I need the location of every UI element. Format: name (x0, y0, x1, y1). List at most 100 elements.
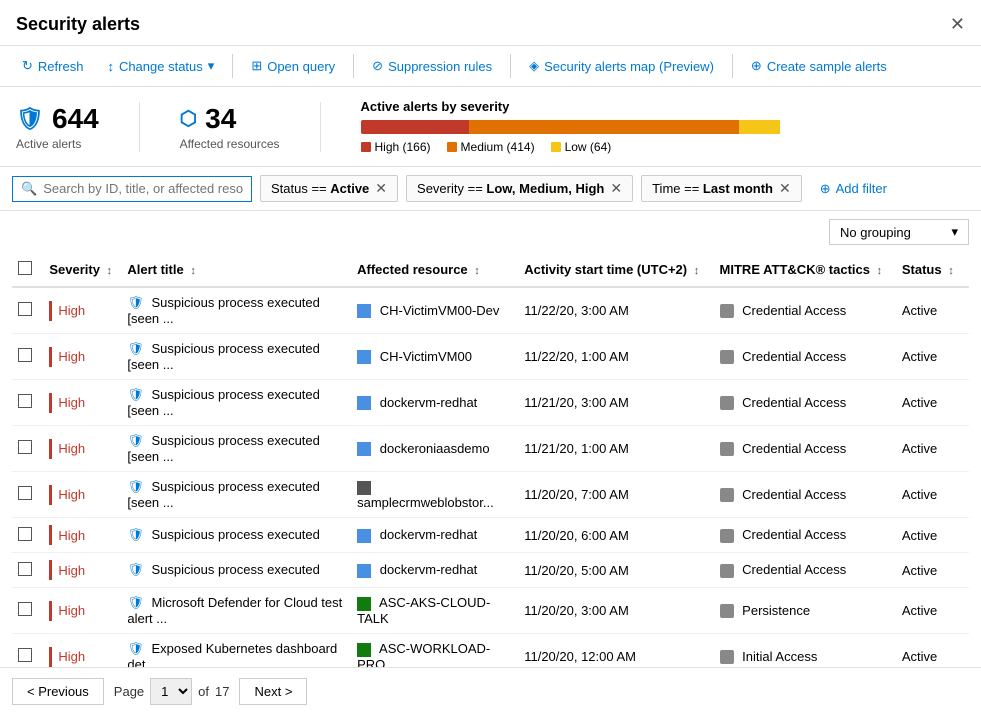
header-alert-title[interactable]: Alert title ↕ (121, 253, 351, 287)
resource-name: CH-VictimVM00 (380, 349, 472, 364)
severity-filter-remove[interactable]: ✕ (610, 180, 622, 197)
row-time: 11/20/20, 6:00 AM (518, 518, 713, 553)
close-button[interactable]: ✕ (950, 14, 965, 35)
tactic-icon (720, 604, 734, 618)
tactic-icon (720, 350, 734, 364)
row-resource: dockervm-redhat (351, 553, 518, 588)
row-checkbox[interactable] (12, 287, 43, 334)
alert-title-text: Suspicious process executed (152, 527, 320, 542)
time-filter-chip[interactable]: Time == Last month ✕ (641, 175, 802, 202)
resource-sort-icon[interactable]: ↕ (474, 265, 480, 277)
status-filter-label: Status == Active (271, 181, 369, 196)
grouping-chevron-icon: ▾ (951, 224, 958, 240)
alert-icon: 🛡 (127, 433, 144, 448)
tactics-sort-icon[interactable]: ↕ (877, 265, 883, 277)
row-checkbox[interactable] (12, 553, 43, 588)
header-affected-resource[interactable]: Affected resource ↕ (351, 253, 518, 287)
row-title[interactable]: 🛡 Suspicious process executed [seen ... (121, 426, 351, 472)
row-title[interactable]: 🛡 Suspicious process executed [seen ... (121, 334, 351, 380)
table-row[interactable]: High 🛡 Suspicious process executed [seen… (12, 426, 969, 472)
open-query-button[interactable]: ⊞ Open query (241, 52, 345, 80)
row-severity: High (43, 380, 121, 426)
status-filter-remove[interactable]: ✕ (375, 180, 387, 197)
row-checkbox[interactable] (12, 334, 43, 380)
resource-name: dockervm-redhat (380, 562, 478, 577)
resource-name: dockervm-redhat (380, 395, 478, 410)
row-tactic: Persistence (714, 588, 896, 634)
page-select[interactable]: 1 2 3 (150, 678, 192, 705)
title-bar: Security alerts ✕ (0, 0, 981, 46)
search-box[interactable]: 🔍 (12, 176, 252, 202)
header-activity-time[interactable]: Activity start time (UTC+2) ↕ (518, 253, 713, 287)
row-time: 11/20/20, 5:00 AM (518, 553, 713, 588)
row-title[interactable]: 🛡 Suspicious process executed [seen ... (121, 380, 351, 426)
row-title[interactable]: 🛡 Microsoft Defender for Cloud test aler… (121, 588, 351, 634)
change-status-icon: ↕ (107, 59, 114, 74)
create-sample-icon: ⊕ (751, 58, 762, 74)
row-checkbox[interactable] (12, 588, 43, 634)
activity-time-value: 11/20/20, 6:00 AM (524, 528, 629, 543)
table-row[interactable]: High 🛡 Suspicious process executed [seen… (12, 380, 969, 426)
time-filter-remove[interactable]: ✕ (779, 180, 791, 197)
table-row[interactable]: High 🛡 Microsoft Defender for Cloud test… (12, 588, 969, 634)
table-row[interactable]: High 🛡 Exposed Kubernetes dashboard det.… (12, 634, 969, 668)
row-status: Active (896, 588, 969, 634)
time-sort-icon[interactable]: ↕ (694, 265, 700, 277)
severity-sort-icon[interactable]: ↕ (107, 265, 113, 277)
row-title[interactable]: 🛡 Suspicious process executed [seen ... (121, 287, 351, 334)
alert-title-text: Suspicious process executed [seen ... (127, 295, 320, 326)
activity-time-value: 11/22/20, 1:00 AM (524, 349, 629, 364)
alert-icon: 🛡 (127, 562, 144, 577)
header-status[interactable]: Status ↕ (896, 253, 969, 287)
header-tactics[interactable]: MITRE ATT&CK® tactics ↕ (714, 253, 896, 287)
suppression-icon: ⊘ (372, 58, 383, 74)
alert-icon: 🛡 (127, 595, 144, 610)
row-checkbox[interactable] (12, 518, 43, 553)
row-status: Active (896, 634, 969, 668)
legend-low: Low (64) (551, 140, 612, 154)
header-severity[interactable]: Severity ↕ (43, 253, 121, 287)
resource-icon (357, 481, 371, 495)
row-tactic: Initial Access (714, 634, 896, 668)
row-tactic: Credential Access (714, 426, 896, 472)
add-filter-button[interactable]: ⊕ Add filter (810, 177, 897, 201)
status-filter-chip[interactable]: Status == Active ✕ (260, 175, 398, 202)
create-sample-button[interactable]: ⊕ Create sample alerts (741, 52, 897, 80)
row-title[interactable]: 🛡 Suspicious process executed (121, 518, 351, 553)
table-row[interactable]: High 🛡 Suspicious process executed [seen… (12, 334, 969, 380)
change-status-button[interactable]: ↕ Change status ▾ (97, 52, 224, 80)
row-checkbox[interactable] (12, 634, 43, 668)
summary-divider-2 (320, 102, 321, 152)
row-title[interactable]: 🛡 Exposed Kubernetes dashboard det... (121, 634, 351, 668)
resource-name: CH-VictimVM00-Dev (380, 303, 500, 318)
header-checkbox[interactable] (12, 253, 43, 287)
suppression-rules-button[interactable]: ⊘ Suppression rules (362, 52, 502, 80)
row-time: 11/22/20, 3:00 AM (518, 287, 713, 334)
security-alerts-map-button[interactable]: ◈ Security alerts map (Preview) (519, 52, 724, 80)
severity-filter-label: Severity == Low, Medium, High (417, 181, 604, 196)
search-input[interactable] (43, 181, 243, 196)
row-checkbox[interactable] (12, 426, 43, 472)
grouping-select[interactable]: No grouping ▾ (829, 219, 969, 245)
previous-button[interactable]: < Previous (12, 678, 104, 705)
tactic-name: Credential Access (742, 395, 846, 410)
row-title[interactable]: 🛡 Suspicious process executed (121, 553, 351, 588)
grouping-label: No grouping (840, 225, 911, 240)
affected-resources-count: 34 (205, 103, 236, 135)
bar-high (361, 120, 469, 134)
refresh-button[interactable]: ↻ Refresh (12, 52, 93, 80)
title-sort-icon[interactable]: ↕ (190, 265, 196, 277)
table-row[interactable]: High 🛡 Suspicious process executed docke… (12, 518, 969, 553)
tactic-name: Credential Access (742, 487, 846, 502)
severity-filter-chip[interactable]: Severity == Low, Medium, High ✕ (406, 175, 633, 202)
status-sort-icon[interactable]: ↕ (948, 265, 954, 277)
row-checkbox[interactable] (12, 472, 43, 518)
open-query-icon: ⊞ (251, 58, 262, 74)
row-checkbox[interactable] (12, 380, 43, 426)
next-button[interactable]: Next > (239, 678, 307, 705)
table-row[interactable]: High 🛡 Suspicious process executed docke… (12, 553, 969, 588)
table-row[interactable]: High 🛡 Suspicious process executed [seen… (12, 287, 969, 334)
row-title[interactable]: 🛡 Suspicious process executed [seen ... (121, 472, 351, 518)
table-row[interactable]: High 🛡 Suspicious process executed [seen… (12, 472, 969, 518)
status-value: Active (902, 649, 937, 664)
